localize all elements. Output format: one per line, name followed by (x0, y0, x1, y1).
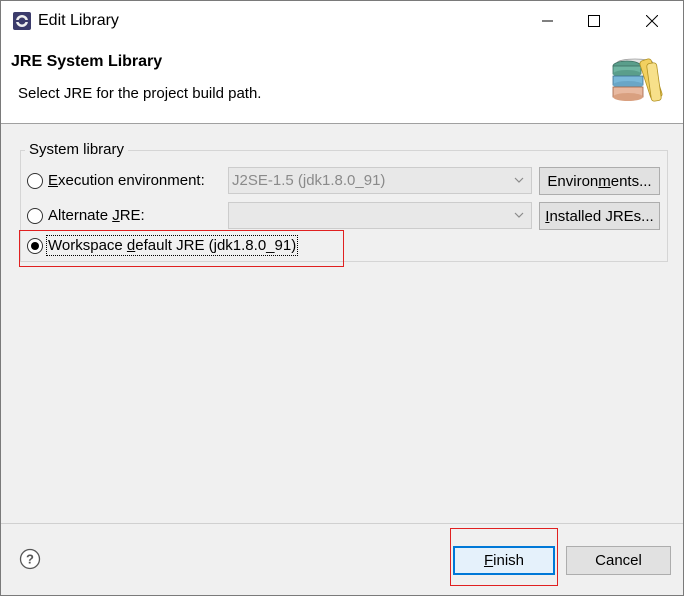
window-title: Edit Library (38, 12, 119, 29)
minimize-button[interactable] (525, 1, 571, 41)
execution-environment-combo[interactable]: J2SE-1.5 (jdk1.8.0_91) (228, 167, 532, 194)
maximize-icon (588, 15, 600, 27)
chevron-down-icon (514, 212, 524, 218)
svg-text:?: ? (26, 552, 34, 567)
installed-jres-button[interactable]: Installed JREs... (539, 202, 660, 230)
label-text: xecution environment: (58, 172, 205, 189)
close-button[interactable] (629, 1, 675, 41)
wizard-banner: JRE System Library Select JRE for the pr… (1, 41, 683, 124)
group-label: System library (25, 141, 129, 158)
minimize-icon (542, 20, 553, 22)
execution-environment-option[interactable]: Execution environment: (27, 172, 205, 189)
alternate-jre-option[interactable]: Alternate JRE: (27, 207, 145, 224)
cancel-button[interactable]: Cancel (566, 546, 671, 575)
mnemonic: E (48, 172, 59, 189)
chevron-down-icon (514, 177, 524, 183)
title-bar: Edit Library (1, 1, 683, 41)
mnemonic: m (598, 172, 611, 190)
library-books-icon (612, 58, 663, 102)
alternate-jre-combo[interactable] (228, 202, 532, 229)
page-title: JRE System Library (11, 53, 163, 70)
execution-environment-label: Execution environment: (48, 172, 205, 189)
environments-button[interactable]: Environ m ents... (539, 167, 660, 195)
maximize-button[interactable] (571, 1, 617, 41)
edit-library-dialog: Edit Library JRE System Library Select J… (0, 0, 684, 596)
close-icon (646, 15, 658, 27)
help-icon[interactable]: ? (19, 548, 41, 570)
button-text: Environ (547, 172, 599, 190)
button-text: ents... (610, 172, 652, 190)
alternate-jre-radio[interactable] (27, 207, 43, 224)
eclipse-app-icon (13, 12, 31, 30)
highlight-box-finish (450, 528, 558, 586)
label-text: RE: (119, 207, 145, 224)
button-text: nstalled JREs... (549, 207, 654, 225)
highlight-box-workspace-default (19, 230, 344, 267)
mnemonic: J (112, 207, 120, 224)
label-text: Alternate (48, 207, 113, 224)
footer-separator (1, 523, 683, 524)
alternate-jre-label: Alternate JRE: (48, 207, 145, 224)
execution-environment-radio[interactable] (27, 172, 43, 189)
combo-value: J2SE-1.5 (jdk1.8.0_91) (232, 172, 386, 189)
page-description: Select JRE for the project build path. (18, 85, 262, 102)
